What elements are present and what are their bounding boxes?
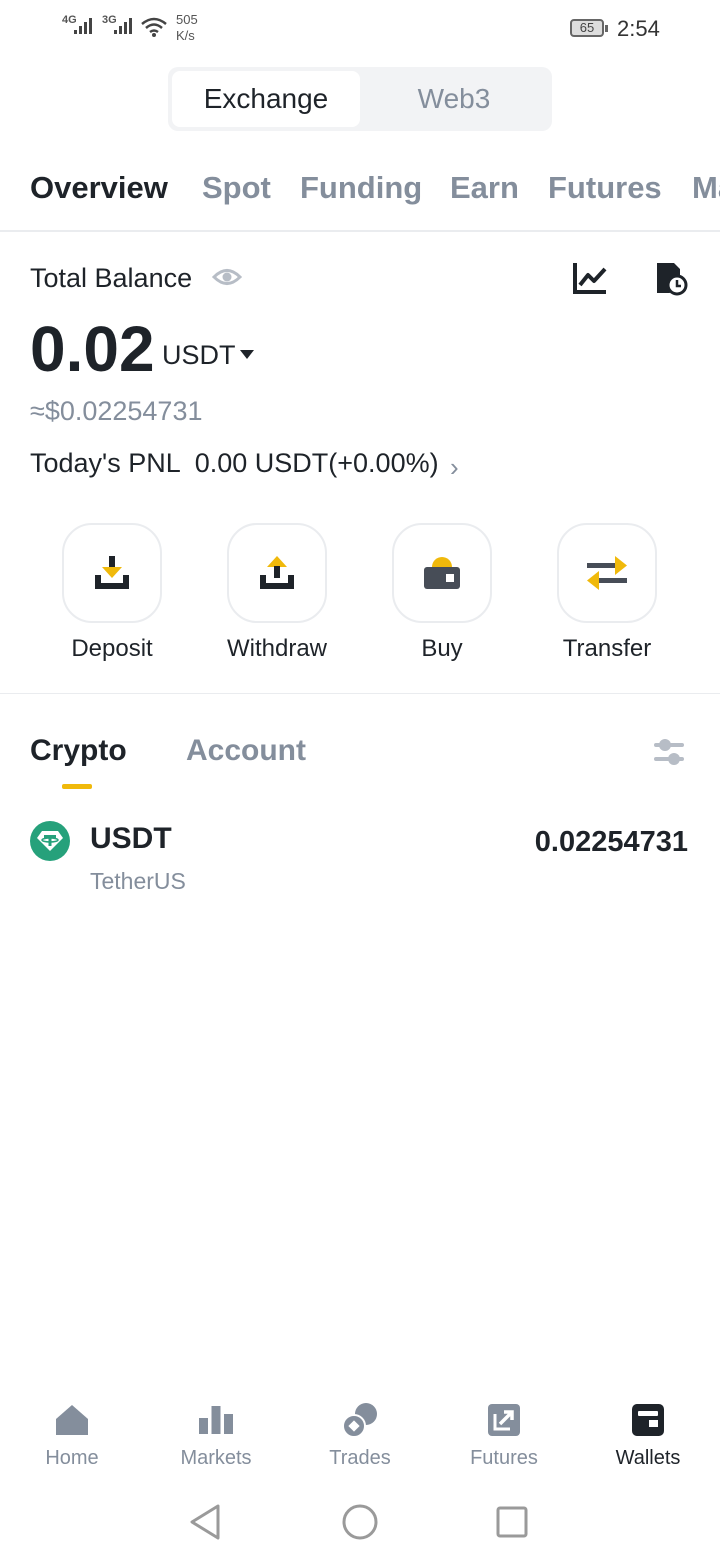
buy-circle[interactable] (392, 523, 492, 623)
network-speed-unit: K/s (176, 28, 195, 43)
battery-icon: 65 (570, 19, 608, 37)
wallets-icon (632, 1404, 664, 1436)
history-icon[interactable] (654, 260, 688, 296)
back-triangle-icon[interactable] (188, 1503, 222, 1541)
home-circle-icon[interactable] (341, 1503, 379, 1541)
futures-icon (488, 1404, 520, 1436)
active-tab-indicator (62, 784, 92, 789)
todays-pnl[interactable]: Today's PNL 0.00 USDT(+0.00%) (30, 448, 439, 479)
asset-symbol: USDT (90, 822, 172, 855)
nav-wallets-label: Wallets (615, 1447, 681, 1469)
filter-settings-icon[interactable] (652, 736, 686, 768)
pnl-chart-icon[interactable] (572, 260, 608, 296)
home-icon (56, 1405, 88, 1435)
transfer-button[interactable]: Transfer (537, 523, 677, 663)
nav-markets[interactable]: Markets (144, 1395, 288, 1470)
network-speed-value: 505 (176, 12, 198, 27)
buy-wallet-icon (424, 557, 460, 589)
balance-unit-selector[interactable]: USDT (162, 340, 236, 371)
system-navigation-bar (0, 1498, 720, 1548)
exchange-tab[interactable]: Exchange (172, 71, 360, 127)
asset-name: TetherUS (90, 868, 186, 894)
tab-margin[interactable]: Margin (692, 170, 720, 206)
transfer-circle[interactable] (557, 523, 657, 623)
buy-label: Buy (421, 635, 463, 662)
status-bar: 4G 3G 505 K/s 65 2:54 (0, 0, 720, 58)
tab-earn[interactable]: Earn (450, 170, 519, 206)
total-balance-amount: 0.02 (30, 313, 155, 385)
nav-trades-label: Trades (329, 1447, 391, 1469)
tab-futures[interactable]: Futures (548, 170, 662, 206)
withdraw-label: Withdraw (226, 635, 328, 662)
nav-home[interactable]: Home (0, 1395, 144, 1470)
tab-account[interactable]: Account (186, 734, 306, 768)
bottom-navigation: Home Markets Trades Futures Wallets (0, 1395, 720, 1485)
asset-amount: 0.02254731 (534, 826, 688, 858)
wallet-tabs: Overview Spot Funding Earn Futures Margi… (0, 164, 720, 232)
withdraw-button[interactable]: Withdraw (207, 523, 347, 663)
nav-trades[interactable]: Trades (288, 1395, 432, 1470)
wifi-icon (141, 17, 167, 37)
deposit-icon (95, 556, 129, 589)
chevron-right-icon[interactable]: › (450, 452, 459, 483)
deposit-circle[interactable] (62, 523, 162, 623)
exchange-web3-toggle: Exchange Web3 (168, 67, 552, 131)
transfer-icon (587, 556, 627, 590)
clock: 2:54 (617, 16, 660, 41)
tab-crypto[interactable]: Crypto (30, 734, 127, 768)
withdraw-icon (260, 556, 294, 589)
signal-bars-icon (74, 18, 92, 34)
trades-icon (342, 1403, 377, 1438)
signal-bars-icon (114, 18, 132, 34)
deposit-label: Deposit (71, 635, 153, 662)
network-speed: 505 K/s (176, 12, 198, 44)
eye-icon[interactable] (212, 264, 242, 290)
nav-wallets[interactable]: Wallets (576, 1395, 720, 1470)
tab-overview[interactable]: Overview (30, 170, 168, 206)
total-balance-label: Total Balance (30, 263, 193, 293)
transfer-label: Transfer (562, 635, 652, 662)
chevron-down-icon[interactable] (240, 350, 254, 359)
tether-logo-icon (30, 821, 70, 861)
section-divider (0, 693, 720, 694)
nav-futures-label: Futures (470, 1447, 538, 1469)
tab-funding[interactable]: Funding (300, 170, 422, 206)
nav-futures[interactable]: Futures (432, 1395, 576, 1470)
nav-home-label: Home (45, 1447, 99, 1469)
recents-square-icon[interactable] (495, 1505, 529, 1539)
tab-spot[interactable]: Spot (202, 170, 271, 206)
nav-markets-label: Markets (180, 1447, 252, 1469)
balance-fiat-value: ≈$0.02254731 (30, 396, 203, 426)
deposit-button[interactable]: Deposit (42, 523, 182, 663)
withdraw-circle[interactable] (227, 523, 327, 623)
markets-icon (199, 1406, 233, 1434)
buy-button[interactable]: Buy (372, 523, 512, 663)
web3-tab[interactable]: Web3 (360, 71, 548, 127)
